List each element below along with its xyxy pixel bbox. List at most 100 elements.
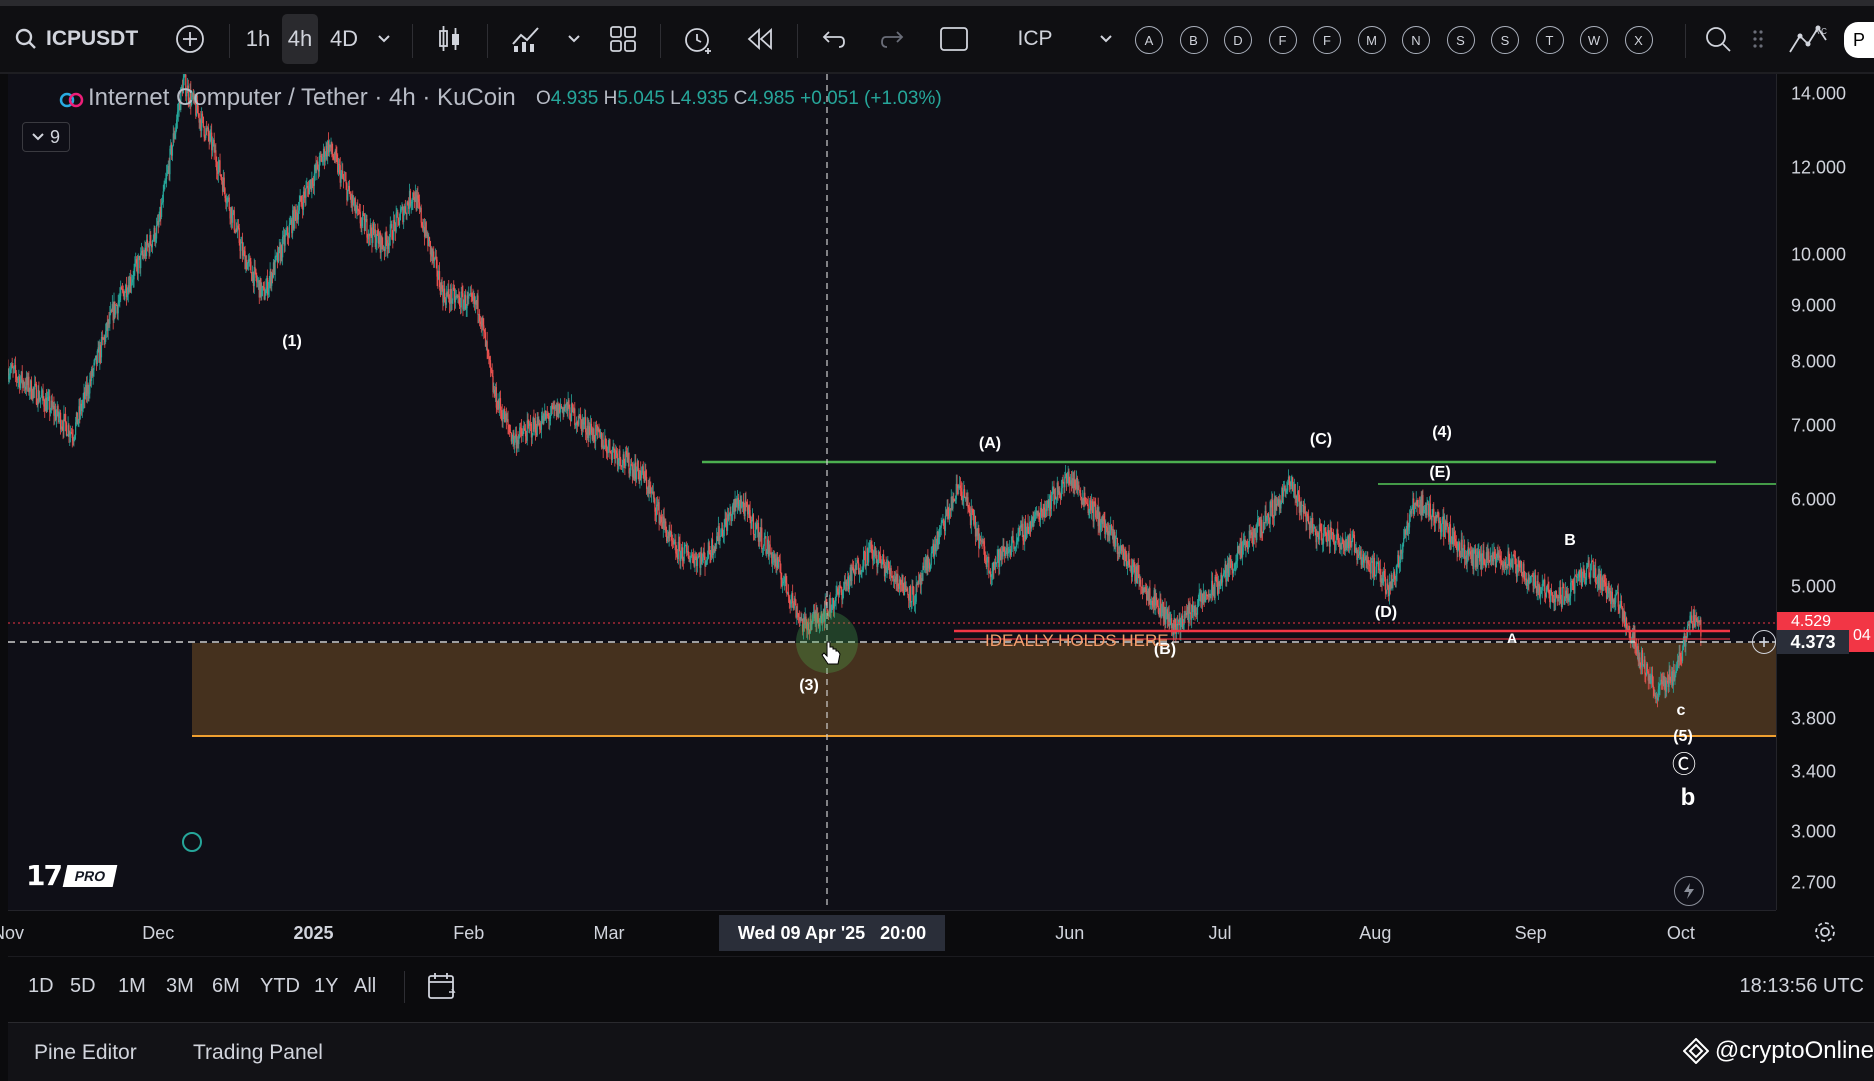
timeframe-4D[interactable]: 4D <box>326 6 362 72</box>
symbol-search[interactable]: ICPUSDT <box>14 6 144 72</box>
quick-search-button[interactable] <box>1700 6 1736 72</box>
letter-button-t[interactable]: T <box>1535 26 1564 54</box>
candle-body <box>487 349 489 353</box>
range-5d[interactable]: 5D <box>70 975 96 998</box>
replay-button[interactable] <box>742 6 778 72</box>
goto-date-button[interactable] <box>426 971 458 1006</box>
candle-body <box>1040 507 1043 512</box>
drag-handle[interactable] <box>1748 6 1768 72</box>
range-all[interactable]: All <box>354 975 376 998</box>
wave-label-C[interactable]: (C) <box>1310 431 1332 449</box>
candle-body <box>689 559 691 562</box>
fullscreen-button[interactable] <box>936 6 972 72</box>
range-ytd[interactable]: YTD <box>260 975 300 998</box>
layouts-button[interactable] <box>605 6 641 72</box>
zone-text-label[interactable]: IDEALLY HOLDS HERE <box>985 631 1169 651</box>
letter-button-s[interactable]: S <box>1491 26 1519 54</box>
candle-body <box>255 269 257 278</box>
candle-body <box>397 212 399 218</box>
indicators-button[interactable] <box>506 6 546 72</box>
candle-body <box>694 556 696 567</box>
range-1d[interactable]: 1D <box>28 975 54 998</box>
wave-label-small-B[interactable]: B <box>1564 532 1576 550</box>
letter-button-s[interactable]: S <box>1446 26 1475 54</box>
candle-body <box>1198 592 1200 601</box>
undo-button[interactable] <box>815 6 851 72</box>
wave-label-E[interactable]: (E) <box>1429 464 1450 482</box>
wave-label-3[interactable]: (3) <box>799 677 819 695</box>
candle-body <box>1080 493 1082 497</box>
chart-type-button[interactable] <box>432 6 468 72</box>
range-3m[interactable]: 3M <box>166 975 194 998</box>
alert-button[interactable] <box>678 6 718 72</box>
letter-button-f[interactable]: F <box>1268 26 1297 54</box>
letter-button-x[interactable]: X <box>1624 26 1653 54</box>
range-1m[interactable]: 1M <box>118 975 146 998</box>
candle-body <box>1109 533 1111 536</box>
candle-body <box>550 405 553 416</box>
wave-label-A[interactable]: (A) <box>979 435 1001 453</box>
letter-button-n[interactable]: N <box>1402 26 1430 54</box>
drawing-anchor-point[interactable] <box>182 832 202 852</box>
candle-body <box>1440 531 1442 533</box>
candle-body <box>47 396 49 401</box>
range-6m[interactable]: 6M <box>212 975 240 998</box>
indicators-toggle[interactable]: 9 <box>22 122 70 152</box>
profile-button[interactable]: P <box>1844 22 1874 58</box>
candle-body <box>58 416 60 418</box>
timeframe-dropdown[interactable] <box>372 6 396 72</box>
timeframe-1h[interactable]: 1h <box>240 6 276 72</box>
compare-add-button[interactable] <box>172 6 208 72</box>
demand-zone[interactable] <box>192 643 1776 736</box>
letter-button-w[interactable]: W <box>1580 26 1608 54</box>
candle-body <box>342 170 344 178</box>
axis-settings-button[interactable] <box>1776 910 1874 954</box>
candle-body <box>960 487 962 492</box>
candle-body <box>526 420 528 441</box>
time-axis[interactable]: NovDec2025FebMaryJunJulAugSepOct Wed 09 … <box>0 910 1776 955</box>
wave-label-5[interactable]: (5) <box>1673 728 1693 746</box>
candle-body <box>1007 552 1009 557</box>
letter-button-b[interactable]: B <box>1179 26 1208 54</box>
candle-body <box>910 602 912 603</box>
wave-label-small-b[interactable]: b <box>1681 784 1696 812</box>
legend-title[interactable]: Internet Computer / Tether · 4h · KuCoin <box>58 84 516 112</box>
clock-label[interactable]: 18:13:56 UTC <box>1739 975 1864 998</box>
candle-body <box>769 544 771 553</box>
price-chart[interactable] <box>8 74 1776 910</box>
timeframe-4h[interactable]: 4h <box>282 14 318 64</box>
candle-body <box>983 541 985 547</box>
candle-body <box>254 266 256 270</box>
candle-body <box>996 556 998 563</box>
redo-button[interactable] <box>875 6 911 72</box>
wave-label-D[interactable]: (D) <box>1375 604 1397 622</box>
price-axis[interactable]: 14.000 12.000 10.000 9.000 8.000 7.000 6.000 5.… <box>1776 74 1874 910</box>
letter-button-f[interactable]: F <box>1313 26 1341 54</box>
wave-label-4[interactable]: (4) <box>1432 424 1452 442</box>
add-price-alert-button[interactable] <box>1752 630 1776 654</box>
candle-body <box>1439 520 1442 533</box>
tradingview-logo[interactable]: 17 PRO <box>26 859 118 892</box>
wave-label-circled-C[interactable]: Ⓒ <box>1672 745 1696 780</box>
letter-button-a[interactable]: A <box>1135 26 1163 54</box>
drawing-tools-button[interactable]: A C <box>1786 6 1830 72</box>
tab-pine-editor[interactable]: Pine Editor <box>34 1041 137 1065</box>
candle-body <box>1012 535 1014 542</box>
price-tick: 10.000 <box>1791 244 1847 265</box>
candle-body <box>703 551 705 557</box>
candle-body <box>69 434 71 437</box>
indicators-dropdown[interactable] <box>564 6 584 72</box>
watch-dropdown[interactable] <box>1096 6 1116 72</box>
candle-body <box>81 405 83 411</box>
wave-label-small-A[interactable]: A <box>1507 630 1517 646</box>
letter-button-d[interactable]: D <box>1224 26 1252 54</box>
tab-trading-panel[interactable]: Trading Panel <box>193 1041 323 1065</box>
wave-label-1[interactable]: (1) <box>282 333 302 351</box>
range-1y[interactable]: 1Y <box>314 975 338 998</box>
chart-pane[interactable]: Internet Computer / Tether · 4h · KuCoin… <box>8 74 1776 910</box>
letter-button-m[interactable]: M <box>1357 26 1386 54</box>
watch-symbol[interactable]: ICP <box>1010 6 1060 72</box>
candle-body <box>701 557 704 562</box>
replay-lightning-button[interactable] <box>1674 876 1704 906</box>
wave-label-small-c[interactable]: c <box>1677 702 1686 720</box>
